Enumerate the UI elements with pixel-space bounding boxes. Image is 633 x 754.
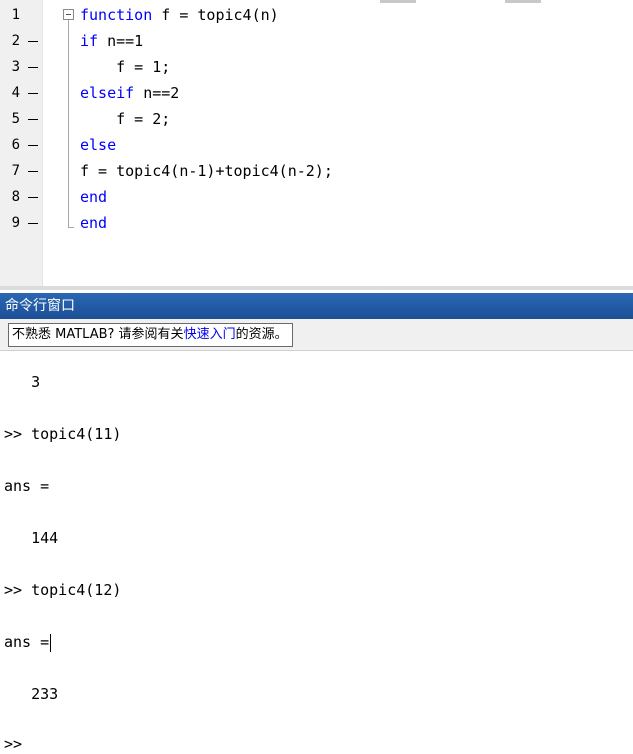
breakpoint-dash[interactable]: [28, 223, 38, 224]
line-number: 9: [11, 215, 20, 231]
notice-text-before: 不熟悉 MATLAB? 请参阅有关: [12, 327, 184, 342]
code-rest: f = 2;: [80, 110, 171, 128]
output-value: 3: [4, 373, 41, 391]
code-text: end: [80, 184, 107, 210]
code-line[interactable]: 3 f = 1;: [0, 54, 633, 80]
breakpoint-dash[interactable]: [28, 119, 38, 120]
code-line[interactable]: 2 if n==1: [0, 28, 633, 54]
code-editor[interactable]: 1 function f = topic4(n) 2 if n==1 3 f =…: [0, 0, 633, 290]
line-number: 2: [11, 33, 20, 49]
line-number: 1: [11, 7, 20, 23]
line-number: 5: [11, 111, 20, 127]
code-line[interactable]: 1 function f = topic4(n): [0, 2, 633, 28]
output-value: 144: [4, 529, 59, 547]
code-text: end: [80, 210, 107, 236]
code-text: f = 2;: [80, 106, 170, 132]
command-prompt-line: >> topic4(11): [4, 425, 122, 443]
command-prompt-line: >> topic4(12): [4, 581, 122, 599]
code-line[interactable]: 7 f = topic4(n-1)+topic4(n-2);: [0, 158, 633, 184]
ans-label: ans =: [4, 633, 50, 651]
breakpoint-dash[interactable]: [28, 41, 38, 42]
code-rest: f = topic4(n-1)+topic4(n-2);: [80, 162, 333, 180]
keyword: end: [80, 188, 108, 206]
code-line[interactable]: 9 end: [0, 210, 633, 236]
code-rest: f = 1;: [80, 58, 171, 76]
quick-start-link[interactable]: 快速入门: [184, 327, 236, 342]
code-rest: f = topic4(n): [152, 6, 279, 24]
code-text: function f = topic4(n): [80, 2, 279, 28]
breakpoint-dash[interactable]: [28, 171, 38, 172]
line-number: 4: [11, 85, 20, 101]
code-rest: n==2: [134, 84, 180, 102]
keyword: if: [80, 32, 99, 50]
code-line[interactable]: 5 f = 2;: [0, 106, 633, 132]
line-number: 3: [11, 59, 20, 75]
line-number: 7: [11, 163, 20, 179]
line-number: 6: [11, 137, 20, 153]
breakpoint-dash[interactable]: [28, 93, 38, 94]
getting-started-notice: 不熟悉 MATLAB? 请参阅有关快速入门的资源。: [8, 323, 293, 347]
code-text: elseif n==2: [80, 80, 179, 106]
code-line[interactable]: 6 else: [0, 132, 633, 158]
breakpoint-dash[interactable]: [28, 67, 38, 68]
code-line[interactable]: 4 elseif n==2: [0, 80, 633, 106]
output-value: 233: [4, 685, 59, 703]
command-window-titlebar[interactable]: 命令行窗口: [0, 293, 633, 319]
text-cursor: [50, 633, 52, 652]
keyword: end: [80, 214, 108, 232]
code-text: if n==1: [80, 28, 143, 54]
notice-text-after: 的资源。: [235, 327, 288, 342]
code-text: f = topic4(n-1)+topic4(n-2);: [80, 158, 333, 184]
code-line[interactable]: 8 end: [0, 184, 633, 210]
keyword: function: [80, 6, 153, 24]
keyword: elseif: [80, 84, 135, 102]
ans-line: ans =: [4, 632, 52, 652]
breakpoint-dash[interactable]: [28, 145, 38, 146]
getting-started-bar: 不熟悉 MATLAB? 请参阅有关快速入门的资源。: [0, 319, 633, 351]
code-rest: n==1: [98, 32, 144, 50]
command-prompt-input[interactable]: >>: [4, 734, 22, 754]
ans-label: ans =: [4, 477, 50, 495]
breakpoint-dash[interactable]: [28, 197, 38, 198]
command-window-body[interactable]: 3 >> topic4(11) ans = 144 >> topic4(12) …: [0, 351, 633, 753]
code-text: else: [80, 132, 116, 158]
command-window-title: 命令行窗口: [5, 298, 75, 314]
panel-divider[interactable]: [0, 286, 633, 290]
line-number: 8: [11, 189, 20, 205]
code-text: f = 1;: [80, 54, 170, 80]
keyword: else: [80, 136, 117, 154]
